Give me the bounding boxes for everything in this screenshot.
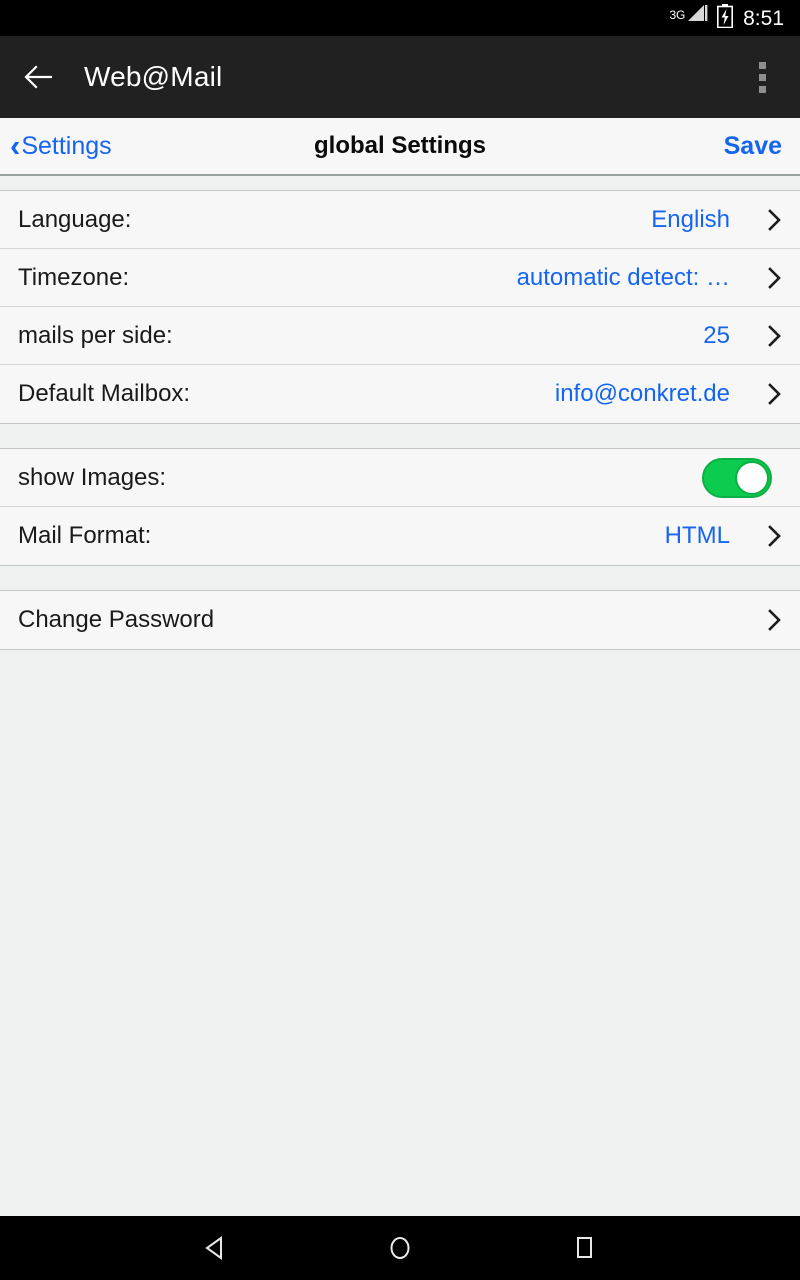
signal-bars-icon: [686, 2, 708, 29]
row-label: show Images:: [18, 463, 167, 491]
row-mail-format[interactable]: Mail Format: HTML: [0, 507, 800, 565]
row-accessory: [702, 457, 782, 498]
row-label: Change Password: [18, 606, 215, 633]
group-spacer: [0, 566, 800, 590]
settings-group-account: Change Password: [0, 590, 800, 650]
row-accessory: English: [651, 206, 782, 234]
row-label: mails per side:: [18, 321, 173, 349]
app-title: Web@Mail: [84, 61, 223, 92]
save-button[interactable]: Save: [724, 132, 782, 161]
network-type-label: 3G: [669, 8, 686, 22]
phone-screen: 3G 8:51 Web@Mail ‹ Settings global Setti…: [0, 0, 800, 1280]
overflow-dot: [758, 85, 766, 93]
back-to-settings-button[interactable]: ‹ Settings: [10, 127, 112, 163]
row-mails-per-side[interactable]: mails per side: 25: [0, 307, 800, 365]
chevron-right-icon: [748, 266, 782, 290]
row-label: Timezone:: [18, 263, 130, 291]
signal-indicator: 3G: [669, 5, 709, 29]
battery-charging-icon: [717, 3, 734, 33]
row-accessory: automatic detect: …: [517, 264, 782, 292]
row-accessory: 25: [703, 322, 782, 350]
chevron-right-icon: [748, 524, 782, 548]
settings-content: Language: English Timezone: automatic de…: [0, 176, 800, 1216]
show-images-toggle[interactable]: [702, 457, 772, 498]
row-show-images[interactable]: show Images:: [0, 449, 800, 507]
chevron-right-icon: [748, 608, 782, 632]
system-recents-icon[interactable]: [560, 1224, 608, 1272]
row-label: Default Mailbox:: [18, 380, 191, 407]
system-back-icon[interactable]: [192, 1224, 240, 1272]
overflow-dot: [758, 61, 766, 69]
row-label: Mail Format:: [18, 522, 152, 549]
status-bar: 3G 8:51: [0, 0, 800, 36]
app-bar: Web@Mail: [0, 36, 800, 118]
row-accessory: [730, 608, 782, 632]
group-spacer: [0, 424, 800, 448]
row-change-password[interactable]: Change Password: [0, 591, 800, 649]
system-navigation-bar: [0, 1216, 800, 1280]
row-label: Language:: [18, 205, 132, 233]
status-bar-right: 3G 8:51: [669, 3, 784, 33]
settings-group-general: Language: English Timezone: automatic de…: [0, 190, 800, 424]
arrow-back-icon[interactable]: [22, 60, 56, 94]
row-value: English: [651, 205, 730, 233]
toggle-knob: [735, 460, 769, 495]
status-bar-clock: 8:51: [743, 6, 784, 30]
overflow-dot: [758, 73, 766, 81]
system-home-icon[interactable]: [376, 1224, 424, 1272]
row-default-mailbox[interactable]: Default Mailbox: info@conkret.de: [0, 365, 800, 423]
page-title: global Settings: [313, 132, 486, 159]
row-value: automatic detect: …: [516, 263, 730, 291]
row-value: HTML: [664, 522, 730, 549]
back-to-settings-label: Settings: [21, 131, 112, 160]
overflow-menu-icon[interactable]: [744, 54, 780, 100]
chevron-right-icon: [748, 324, 782, 348]
settings-nav-bar: ‹ Settings global Settings Save: [0, 118, 800, 176]
group-spacer: [0, 176, 800, 190]
row-accessory: HTML: [665, 522, 782, 550]
row-value: 25: [703, 321, 730, 349]
settings-group-display: show Images: Mail Format: HTML: [0, 448, 800, 566]
row-language[interactable]: Language: English: [0, 191, 800, 249]
chevron-right-icon: [748, 208, 782, 232]
row-accessory: info@conkret.de: [555, 380, 782, 408]
row-value: info@conkret.de: [554, 380, 730, 407]
row-timezone[interactable]: Timezone: automatic detect: …: [0, 249, 800, 307]
chevron-right-icon: [748, 382, 782, 406]
chevron-left-icon: ‹: [10, 127, 21, 163]
